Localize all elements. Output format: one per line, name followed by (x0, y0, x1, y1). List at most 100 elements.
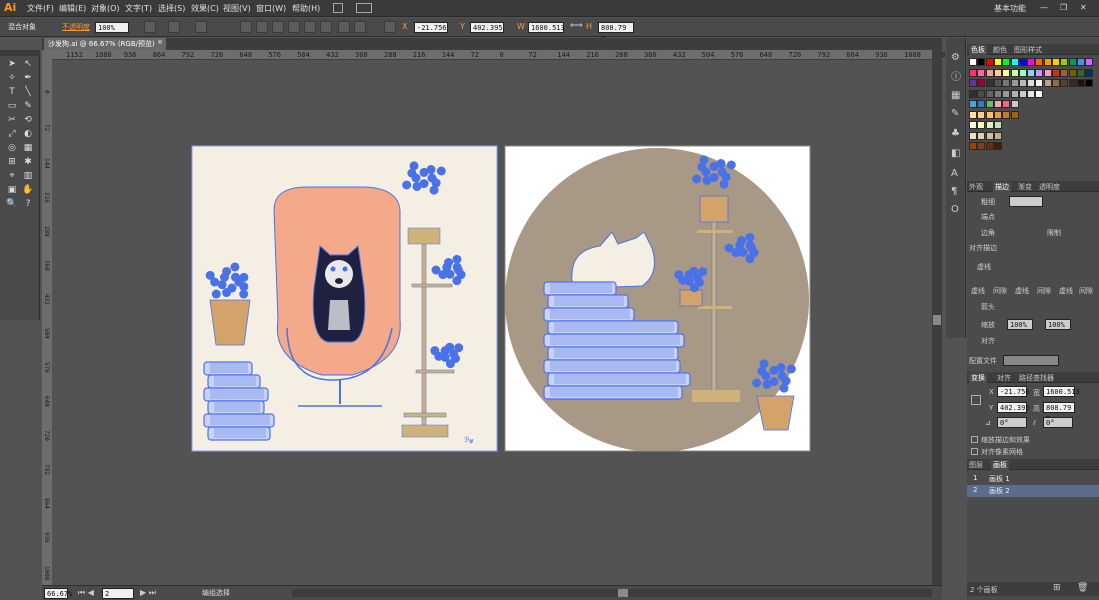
swatch[interactable] (993, 142, 1002, 150)
tool-button-icon[interactable]: ◐ (21, 128, 35, 140)
tab-graphic-styles[interactable]: 图形样式 (1014, 45, 1042, 55)
tab-appearance[interactable]: 外观 (969, 182, 983, 192)
minimize-icon[interactable]: — (1040, 3, 1048, 12)
rotate-field[interactable]: 0° (997, 417, 1027, 428)
swatch[interactable] (977, 58, 986, 66)
swatch[interactable] (1068, 79, 1077, 87)
swatch[interactable] (1052, 68, 1060, 77)
tab-layers[interactable]: 图层 (969, 460, 983, 470)
tool-button-icon[interactable]: ✒ (21, 72, 35, 84)
pixel-grid-checkbox[interactable] (971, 448, 978, 455)
swatch[interactable] (977, 68, 986, 77)
tool-button-icon[interactable]: ✱ (21, 156, 35, 168)
zoom-field[interactable]: 66.67% (44, 588, 72, 599)
align-top-icon[interactable] (288, 21, 300, 33)
align-left-icon[interactable] (240, 21, 252, 33)
opacity-field[interactable]: 100% (95, 22, 129, 33)
tools-panel-grip[interactable] (0, 50, 40, 56)
tool-button-icon[interactable]: ✋ (21, 184, 35, 196)
tab-swatches[interactable]: 色板 (969, 45, 987, 55)
potted-plant-left[interactable] (209, 299, 251, 346)
graphic-style-icon[interactable]: ◧ (951, 148, 960, 159)
x-field[interactable]: -21.756 (414, 22, 448, 33)
swatch[interactable] (1010, 110, 1019, 119)
menu-file[interactable]: 文件(F) (27, 3, 54, 14)
swatch[interactable] (985, 121, 994, 129)
link-icon[interactable]: ⟺ (570, 21, 583, 31)
bridge-icon[interactable] (333, 3, 343, 13)
info-icon[interactable]: ⓘ (951, 68, 961, 83)
arrange-docs-icon[interactable] (356, 3, 372, 13)
tab-artboards[interactable]: 画板 (991, 460, 1009, 470)
swatch[interactable] (1002, 110, 1011, 119)
tool-button-icon[interactable]: ⌖ (5, 170, 19, 182)
shear-field[interactable]: 0° (1043, 417, 1073, 428)
swatch[interactable] (1076, 68, 1085, 77)
dashed-line-label[interactable]: 虚线 (977, 262, 991, 272)
swatch[interactable] (993, 58, 1002, 66)
artboard-number-field[interactable]: 2 (102, 588, 134, 599)
distribute-icon-2[interactable] (354, 21, 366, 33)
swatch[interactable] (1043, 58, 1052, 66)
menu-effect[interactable]: 效果(C) (191, 3, 219, 14)
document-tab[interactable]: 沙发狗.ai @ 66.67% (RGB/预览) × (44, 38, 166, 50)
swatch[interactable] (985, 89, 994, 98)
swatch[interactable] (1002, 100, 1011, 108)
artboard-2[interactable] (504, 145, 811, 452)
tab-stroke[interactable]: 描边 (993, 182, 1011, 192)
swatch[interactable] (1052, 58, 1060, 66)
tool-button-icon[interactable]: ⟲ (21, 114, 35, 126)
align-right-icon[interactable] (272, 21, 284, 33)
tool-button-icon[interactable]: ⊞ (5, 156, 19, 168)
recolor-icon[interactable] (144, 21, 156, 33)
swatch[interactable] (969, 58, 977, 66)
swatch[interactable] (969, 100, 977, 108)
swatch[interactable] (977, 142, 986, 150)
swatch[interactable] (969, 110, 977, 119)
swatch[interactable] (1010, 100, 1019, 108)
menu-object[interactable]: 对象(O) (91, 3, 120, 14)
vertical-scroll-thumb[interactable] (933, 315, 941, 325)
align-vcenter-icon[interactable] (304, 21, 316, 33)
tool-button-icon[interactable]: ▥ (21, 170, 35, 182)
swatch[interactable] (985, 79, 994, 87)
align-hcenter-icon[interactable] (256, 21, 268, 33)
transform-x-field[interactable]: -21.756 (997, 386, 1030, 397)
swatch[interactable] (1010, 79, 1019, 87)
swatch[interactable] (993, 131, 1002, 140)
close-icon[interactable]: ✕ (1080, 3, 1087, 12)
transform-w-field[interactable]: 1600.513 (1043, 386, 1080, 397)
new-artboard-icon[interactable]: ⊞ (1053, 583, 1061, 593)
artboard-row-2[interactable]: 2 画板 2 (967, 485, 1099, 497)
artboard-row-1[interactable]: 1 画板 1 (967, 473, 1099, 485)
swatch[interactable] (985, 58, 994, 66)
opentype-icon[interactable]: O (951, 204, 959, 215)
menu-type[interactable]: 文字(T) (125, 3, 152, 14)
swatch[interactable] (1027, 68, 1036, 77)
swatch[interactable] (977, 131, 986, 140)
tool-button-icon[interactable]: ▭ (5, 100, 19, 112)
swatch[interactable] (1010, 68, 1019, 77)
swatch[interactable] (993, 79, 1002, 87)
swatch[interactable] (969, 131, 977, 140)
tool-button-icon[interactable]: T (5, 86, 19, 98)
tool-button-icon[interactable]: ▣ (5, 184, 19, 196)
swatch[interactable] (977, 100, 986, 108)
menu-window[interactable]: 窗口(W) (256, 3, 286, 14)
arrow-scale-start[interactable]: 100% (1007, 319, 1033, 330)
transform-h-field[interactable]: 808.79 p (1043, 402, 1075, 422)
swatch[interactable] (1018, 68, 1027, 77)
tab-pathfinder[interactable]: 路径查找器 (1019, 373, 1054, 383)
prev-artboard-icon[interactable]: ⏮ ◀ (78, 588, 94, 598)
style-icon[interactable] (195, 21, 207, 33)
tool-button-icon[interactable]: 🔍 (5, 198, 19, 210)
swatch[interactable] (1043, 68, 1052, 77)
tab-color[interactable]: 颜色 (993, 45, 1007, 55)
swatch[interactable] (1052, 79, 1060, 87)
profile-dropdown[interactable] (1003, 355, 1059, 366)
vertical-scrollbar[interactable] (932, 50, 942, 585)
swatch[interactable] (969, 142, 977, 150)
gear-icon[interactable]: ⚙ (951, 52, 960, 63)
swatch[interactable] (1035, 58, 1044, 66)
reference-point-icon[interactable] (971, 395, 981, 405)
